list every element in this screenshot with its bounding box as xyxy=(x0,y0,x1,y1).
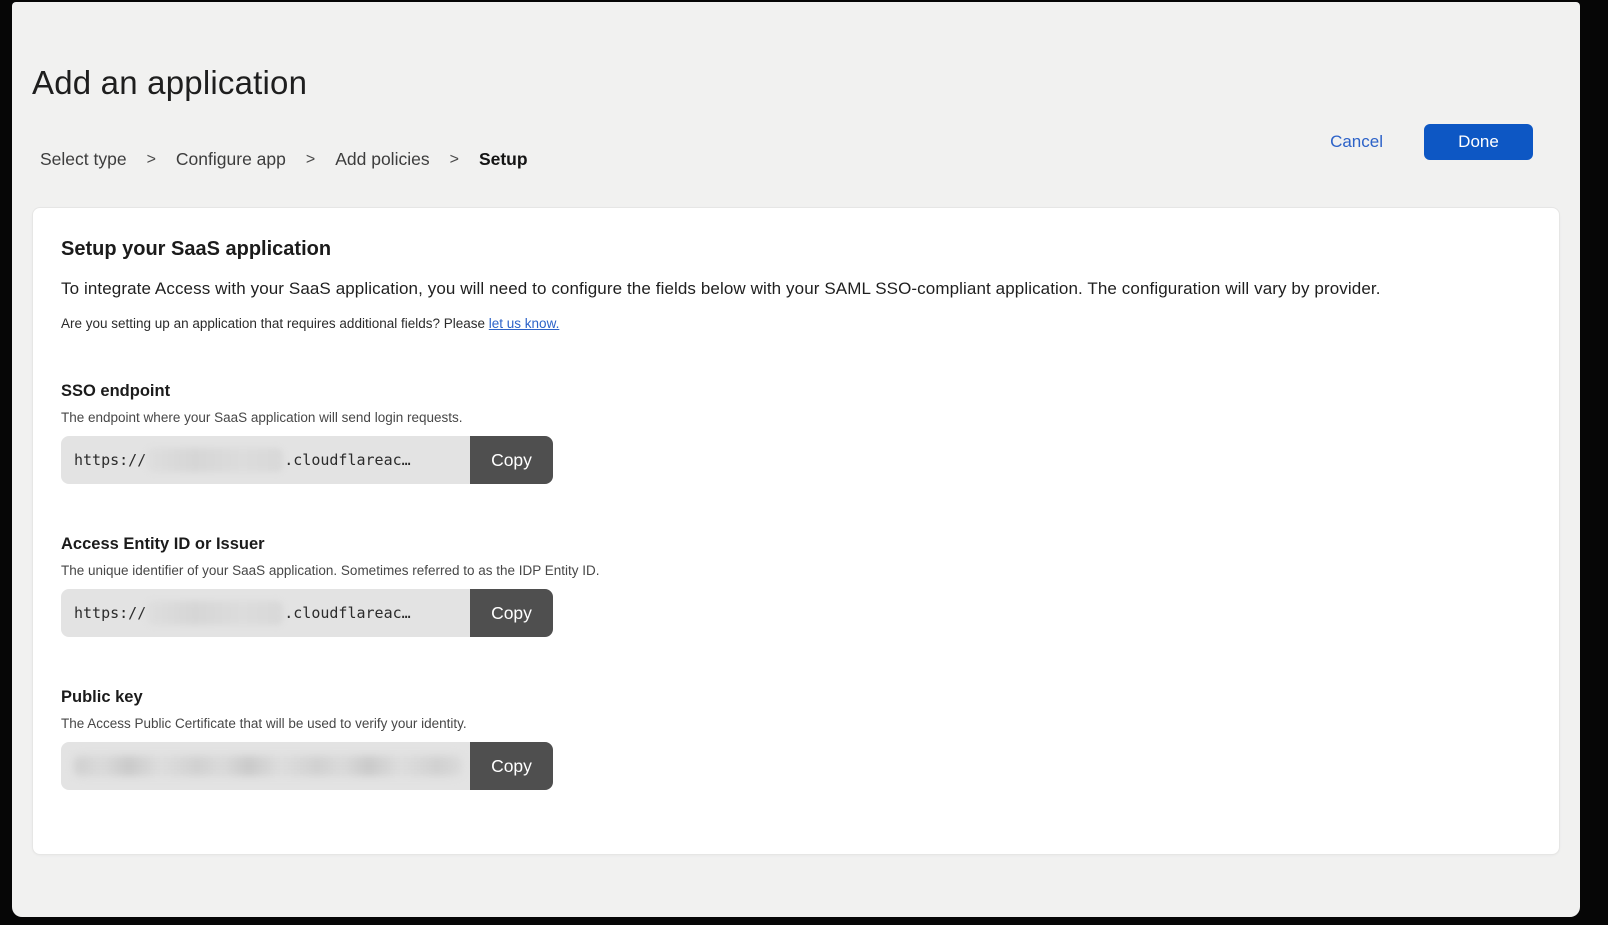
card-heading: Setup your SaaS application xyxy=(61,238,1529,261)
let-us-know-link[interactable]: let us know. xyxy=(489,316,560,331)
app-window: Add an application Cancel Done Select ty… xyxy=(12,2,1580,917)
card-intro-text: To integrate Access with your SaaS appli… xyxy=(61,279,1529,299)
entity-id-section: Access Entity ID or Issuer The unique id… xyxy=(61,535,1529,637)
card-note-text: Are you setting up an application that r… xyxy=(61,316,489,331)
entity-id-field: https:// .cloudflareac… Copy xyxy=(61,589,553,637)
chevron-separator: > xyxy=(450,151,459,169)
redacted-value-blur xyxy=(74,756,462,776)
card-note: Are you setting up an application that r… xyxy=(61,316,1529,331)
value-suffix: .cloudflareac… xyxy=(284,604,410,622)
sso-endpoint-copy-button[interactable]: Copy xyxy=(470,436,553,484)
page-header: Add an application Cancel Done xyxy=(12,64,1580,102)
done-button[interactable]: Done xyxy=(1424,124,1533,160)
header-actions: Cancel Done xyxy=(1330,124,1533,160)
sso-endpoint-description: The endpoint where your SaaS application… xyxy=(61,410,1529,425)
public-key-copy-button[interactable]: Copy xyxy=(470,742,553,790)
entity-id-copy-button[interactable]: Copy xyxy=(470,589,553,637)
entity-id-description: The unique identifier of your SaaS appli… xyxy=(61,563,1529,578)
chevron-separator: > xyxy=(147,151,156,169)
setup-card: Setup your SaaS application To integrate… xyxy=(32,207,1560,855)
public-key-value xyxy=(61,742,470,790)
sso-endpoint-value: https:// .cloudflareac… xyxy=(61,436,470,484)
sso-endpoint-label: SSO endpoint xyxy=(61,382,1529,401)
public-key-section: Public key The Access Public Certificate… xyxy=(61,688,1529,790)
value-suffix: .cloudflareac… xyxy=(284,451,410,469)
public-key-field: Copy xyxy=(61,742,553,790)
entity-id-label: Access Entity ID or Issuer xyxy=(61,535,1529,554)
public-key-label: Public key xyxy=(61,688,1529,707)
entity-id-value: https:// .cloudflareac… xyxy=(61,589,470,637)
sso-endpoint-field: https:// .cloudflareac… Copy xyxy=(61,436,553,484)
redacted-value-blur xyxy=(147,448,283,472)
cancel-button[interactable]: Cancel xyxy=(1330,132,1383,152)
breadcrumb-step-select-type[interactable]: Select type xyxy=(40,149,127,170)
breadcrumb-step-add-policies[interactable]: Add policies xyxy=(335,149,429,170)
breadcrumb-step-setup: Setup xyxy=(479,149,528,170)
page-title: Add an application xyxy=(32,64,1560,102)
redacted-value-blur xyxy=(147,601,283,625)
value-prefix: https:// xyxy=(74,604,146,622)
sso-endpoint-section: SSO endpoint The endpoint where your Saa… xyxy=(61,382,1529,484)
breadcrumb-step-configure-app[interactable]: Configure app xyxy=(176,149,286,170)
chevron-separator: > xyxy=(306,151,315,169)
value-prefix: https:// xyxy=(74,451,146,469)
public-key-description: The Access Public Certificate that will … xyxy=(61,716,1529,731)
